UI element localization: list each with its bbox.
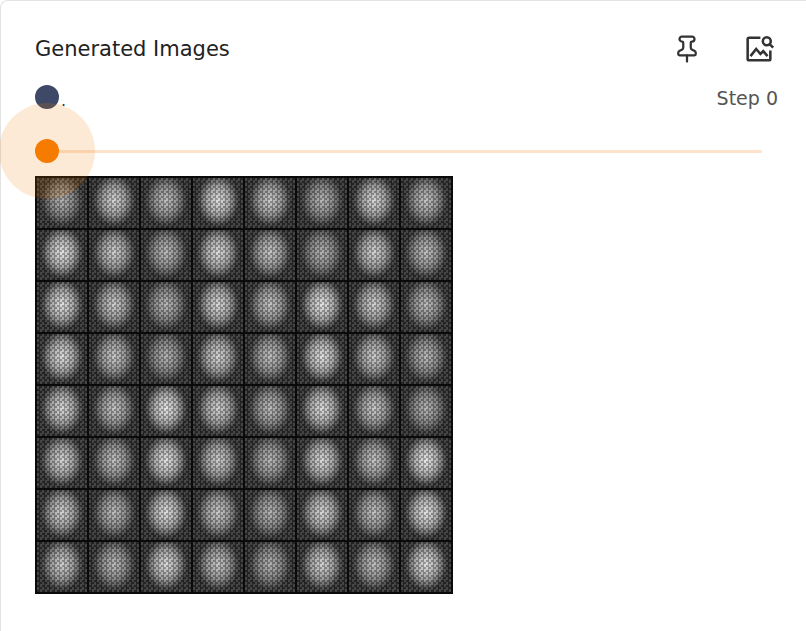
image-tile [245, 178, 295, 228]
image-tile [141, 386, 191, 436]
image-tile [193, 438, 243, 488]
slider-track [35, 150, 762, 153]
image-tile [349, 282, 399, 332]
image-tile [141, 230, 191, 280]
image-tile [245, 334, 295, 384]
image-tile [297, 334, 347, 384]
image-tile [297, 490, 347, 540]
image-tile [297, 542, 347, 592]
image-tile [297, 438, 347, 488]
image-tile [89, 282, 139, 332]
generated-image [35, 176, 453, 594]
pin-button[interactable] [670, 32, 704, 66]
image-search-button[interactable] [740, 30, 778, 68]
image-tile [141, 334, 191, 384]
image-tile [193, 386, 243, 436]
run-color-dot [35, 85, 59, 109]
pin-icon [672, 34, 702, 64]
slider-thumb[interactable] [35, 139, 59, 163]
image-tile [401, 282, 451, 332]
image-tile [245, 542, 295, 592]
image-tile [89, 542, 139, 592]
image-tile [37, 542, 87, 592]
image-tile [297, 282, 347, 332]
image-tile [349, 438, 399, 488]
image-tile [401, 438, 451, 488]
image-tile [37, 230, 87, 280]
image-tile [349, 386, 399, 436]
card-header: Generated Images [35, 29, 778, 69]
images-card: Generated Images. Step 0 [0, 0, 806, 631]
image-tile [37, 334, 87, 384]
image-tile [245, 490, 295, 540]
image-tile [297, 178, 347, 228]
run-row: . Step 0 [35, 85, 778, 109]
step-label: Step 0 [717, 88, 778, 109]
image-tile [349, 334, 399, 384]
image-tile [401, 334, 451, 384]
image-tile [245, 438, 295, 488]
image-tile [37, 178, 87, 228]
image-tile [141, 178, 191, 228]
run-legend: . [35, 85, 66, 109]
image-tile [141, 542, 191, 592]
image-tile [37, 438, 87, 488]
image-tile [141, 490, 191, 540]
image-tile [193, 542, 243, 592]
image-tile [245, 230, 295, 280]
image-tile [37, 282, 87, 332]
step-slider[interactable] [35, 139, 762, 163]
image-tile [297, 230, 347, 280]
image-tile [89, 490, 139, 540]
run-label: . [61, 93, 66, 109]
image-tile [193, 334, 243, 384]
image-tile [245, 282, 295, 332]
header-actions [670, 30, 778, 68]
image-tile [349, 230, 399, 280]
card-title: Generated Images [35, 37, 230, 61]
image-tile [401, 178, 451, 228]
image-tile [89, 178, 139, 228]
image-tile [193, 230, 243, 280]
image-tile [89, 386, 139, 436]
image-search-icon [742, 32, 776, 66]
image-tile [89, 334, 139, 384]
image-tile [245, 386, 295, 436]
image-tile [349, 490, 399, 540]
image-tile [37, 386, 87, 436]
image-tile [193, 178, 243, 228]
image-tile [401, 230, 451, 280]
image-tile [401, 386, 451, 436]
image-tile [297, 386, 347, 436]
image-tile [349, 178, 399, 228]
image-tile [37, 490, 87, 540]
image-tile [349, 542, 399, 592]
image-tile [401, 542, 451, 592]
image-tile [193, 282, 243, 332]
image-tile [141, 282, 191, 332]
image-tile [89, 438, 139, 488]
image-tile [193, 490, 243, 540]
image-tile [89, 230, 139, 280]
image-tile [401, 490, 451, 540]
image-tile [141, 438, 191, 488]
